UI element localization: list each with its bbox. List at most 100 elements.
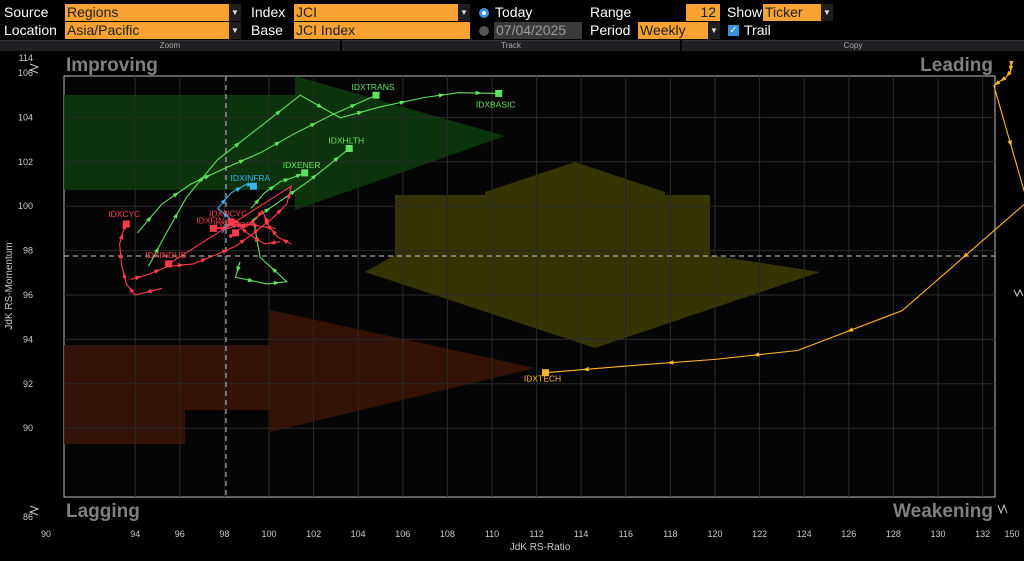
- x-tick-label: 110: [485, 529, 499, 539]
- x-tick-label: 104: [351, 529, 366, 539]
- quadrant-leading: Leading: [920, 55, 993, 76]
- location-value: Asia/Pacific: [67, 22, 140, 38]
- quadrant-weakening: Weakening: [893, 501, 993, 522]
- series-label: IDXENER: [283, 160, 321, 170]
- index-value: JCI: [296, 4, 317, 20]
- x-tick-label: 100: [261, 529, 276, 539]
- period-value: Weekly: [640, 22, 686, 38]
- x-tick-label: 128: [886, 529, 901, 539]
- x-axis-ticks: 90 94 96 98 100 102 104 106 108 110 112 114 116 118 12…: [41, 529, 1020, 539]
- chevron-down-icon[interactable]: ▼: [458, 4, 470, 21]
- series-label: IDXBASIC: [476, 99, 516, 109]
- series-label: IDXINFRA: [231, 173, 271, 183]
- series-head-marker[interactable]: [345, 144, 353, 152]
- y-tick-label: 86: [23, 512, 33, 522]
- x-tick-label: 106: [395, 529, 410, 539]
- x-tick-label: 108: [440, 529, 455, 539]
- chevron-down-icon[interactable]: ▼: [229, 4, 241, 21]
- copy-label: Copy: [843, 41, 863, 50]
- base-value: JCI Index: [296, 22, 356, 38]
- x-tick-label: 132: [975, 529, 990, 539]
- x-tick-label: 150: [1004, 529, 1019, 539]
- source-value: Regions: [67, 4, 119, 20]
- y-axis-ticks: 869092949698100102104106114: [18, 53, 33, 522]
- x-tick-label: 98: [219, 529, 229, 539]
- quadrant-improving: Improving: [66, 55, 158, 76]
- series-head-marker[interactable]: [249, 182, 257, 190]
- control-bar: Source Regions ▼ Location Asia/Pacific ▼ I…: [0, 0, 1024, 40]
- today-radio[interactable]: [479, 8, 489, 18]
- today-label: Today: [495, 4, 533, 20]
- x-tick-label: 120: [707, 529, 722, 539]
- quadrant-lagging: Lagging: [66, 501, 140, 522]
- index-dropdown[interactable]: JCI ▼: [294, 4, 470, 21]
- range-label: Range: [590, 4, 632, 20]
- y-tick-label: 92: [23, 379, 33, 389]
- series-head-marker[interactable]: [495, 89, 503, 97]
- y-tick-label: 100: [18, 201, 33, 211]
- x-axis-label: JdK RS-Ratio: [510, 542, 571, 553]
- date-radio[interactable]: [479, 26, 489, 36]
- series-head-marker[interactable]: [372, 91, 380, 99]
- y-tick-label: 98: [23, 246, 33, 256]
- y-tick-label: 104: [18, 112, 33, 122]
- x-axis-break-right: [997, 503, 1008, 515]
- x-tick-label: 112: [529, 529, 543, 539]
- range-field[interactable]: 12: [686, 4, 720, 21]
- y-tick-label: 90: [23, 423, 33, 433]
- track-label: Track: [501, 41, 521, 50]
- series-head-marker[interactable]: [232, 229, 240, 237]
- period-label: Period: [590, 22, 631, 38]
- trail-arrow-marker: [1008, 65, 1014, 72]
- x-tick-label: 118: [663, 529, 677, 539]
- series-label: IDXTRANS: [352, 82, 395, 92]
- source-dropdown[interactable]: Regions ▼: [65, 4, 241, 21]
- x-tick-label: 90: [41, 529, 51, 539]
- y-tick-label: 96: [23, 290, 33, 300]
- series-label: IDXPROP: [213, 220, 252, 230]
- x-tick-label: 102: [306, 529, 321, 539]
- show-value: Ticker: [765, 4, 803, 20]
- date-value: 07/04/2025: [496, 22, 567, 38]
- y-axis-label: JdK RS-Momentum: [4, 242, 15, 329]
- chevron-down-icon[interactable]: ▼: [821, 4, 833, 21]
- x-tick-label: 114: [574, 529, 588, 539]
- y-tick-label: 102: [18, 157, 33, 167]
- source-label: Source: [4, 4, 49, 20]
- location-dropdown[interactable]: Asia/Pacific ▼: [65, 22, 241, 39]
- x-tick-label: 94: [130, 529, 140, 539]
- series-head-marker[interactable]: [165, 260, 173, 268]
- base-field[interactable]: JCI Index: [294, 22, 470, 39]
- trail-checkbox[interactable]: ✓: [728, 25, 739, 36]
- base-label: Base: [251, 22, 283, 38]
- x-tick-label: 126: [841, 529, 856, 539]
- series-label: IDXTECH: [524, 374, 561, 384]
- trail-arrow-marker: [1007, 140, 1012, 147]
- series-label: IDXHLTH: [328, 135, 364, 145]
- chevron-down-icon[interactable]: ▼: [229, 22, 241, 39]
- date-field[interactable]: 07/04/2025: [494, 22, 582, 39]
- show-label: Show: [727, 4, 763, 20]
- show-dropdown[interactable]: Ticker ▼: [763, 4, 833, 21]
- index-label: Index: [251, 4, 286, 20]
- series-label: IDXINDUS: [145, 250, 186, 260]
- rrg-chart[interactable]: Improving Leading Lagging Weakening 86 90…: [0, 50, 1024, 561]
- trail-label: Trail: [744, 22, 771, 38]
- trail-arrow-marker: [1000, 76, 1007, 82]
- period-dropdown[interactable]: Weekly ▼: [638, 22, 720, 39]
- range-value: 12: [700, 4, 716, 20]
- location-label: Location: [4, 22, 57, 38]
- x-tick-label: 130: [930, 529, 945, 539]
- x-tick-label: 116: [619, 529, 633, 539]
- zoom-label: Zoom: [159, 41, 181, 50]
- series-label: IDXCYC: [108, 209, 140, 219]
- series-head-marker[interactable]: [301, 169, 309, 177]
- x-tick-label: 96: [175, 529, 185, 539]
- y-tick-label: 94: [23, 334, 33, 344]
- x-tick-label: 122: [752, 529, 767, 539]
- y-tick-label: 114: [19, 53, 33, 63]
- series-head-marker[interactable]: [122, 220, 130, 228]
- right-edge-break: [1013, 288, 1024, 298]
- x-tick-label: 124: [797, 529, 812, 539]
- chevron-down-icon[interactable]: ▼: [708, 22, 720, 39]
